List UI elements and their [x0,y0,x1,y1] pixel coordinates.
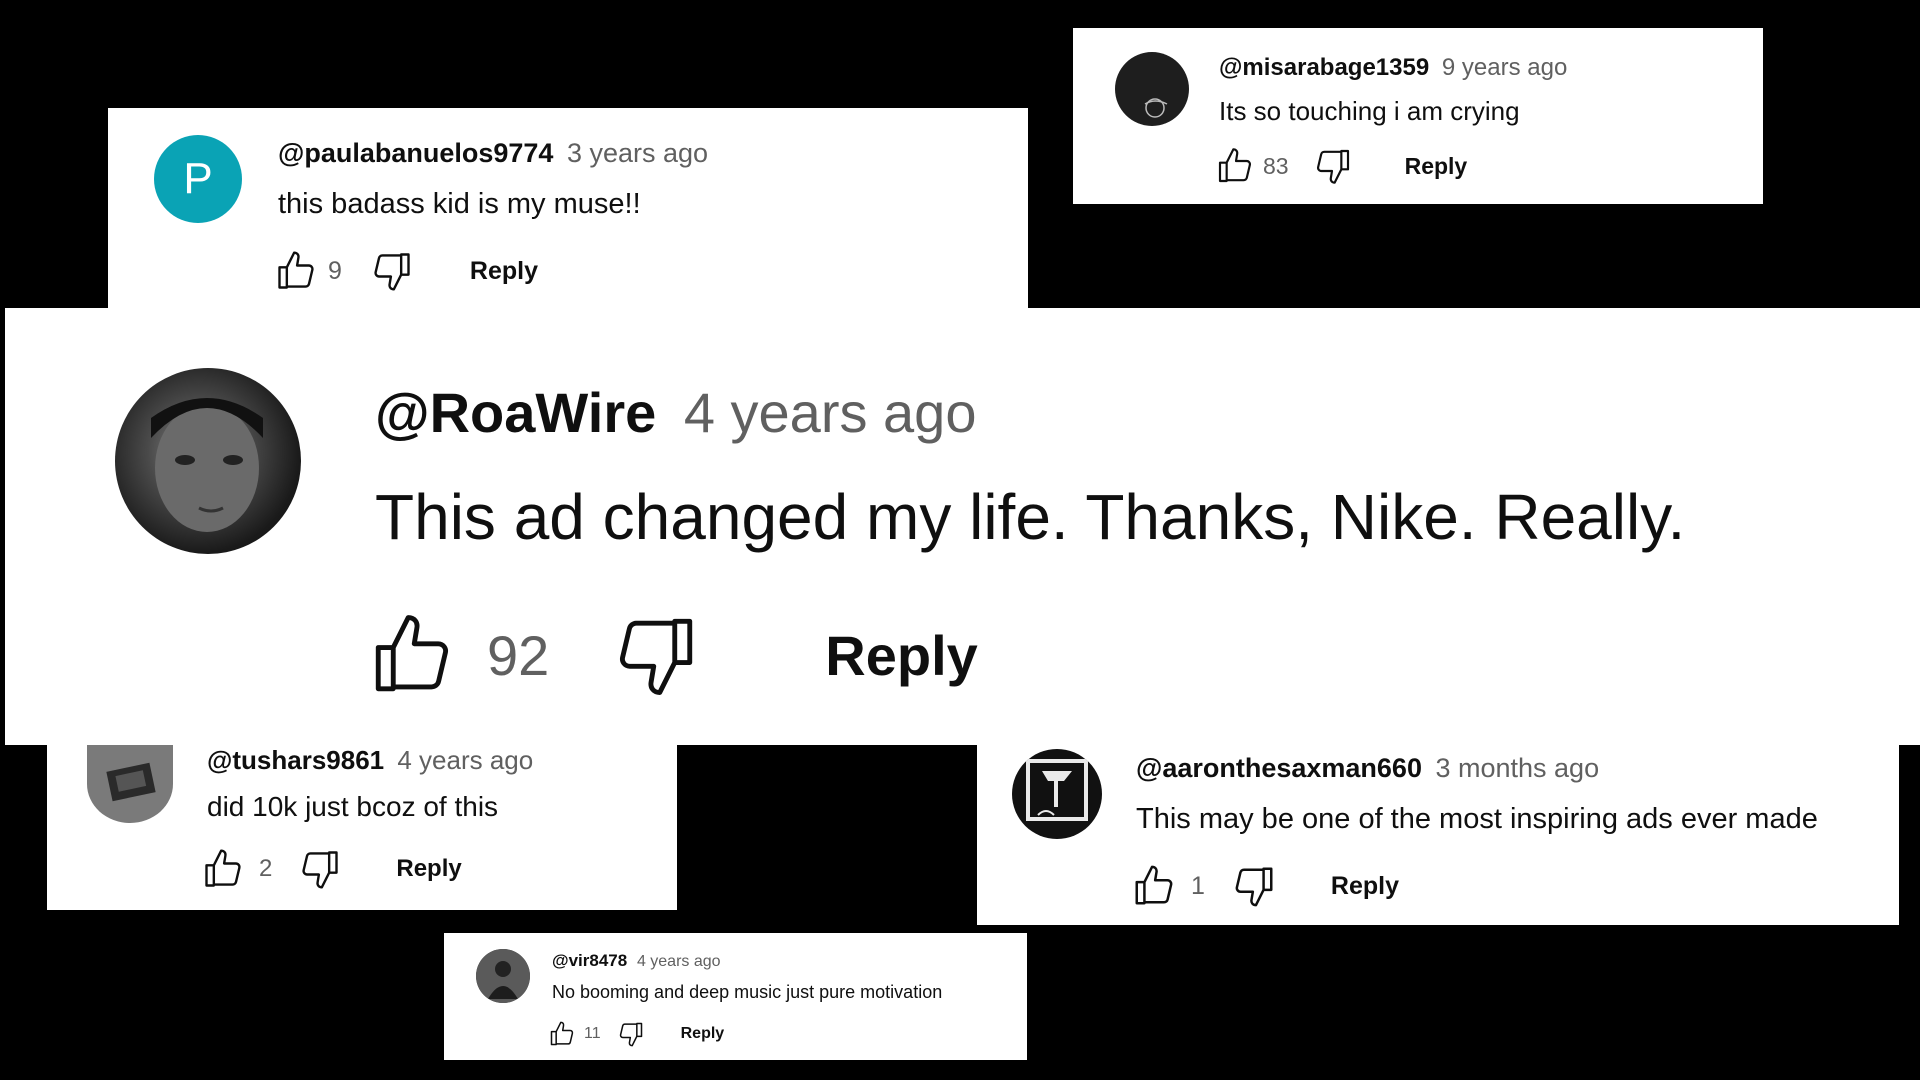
comment-actions: 83 Reply [1215,146,1467,186]
comment-card-roawire: @RoaWire 4 years ago This ad changed my … [5,308,1920,745]
avatar[interactable] [87,745,173,823]
author-handle[interactable]: @tushars9861 [207,745,384,775]
thumbs-down-icon[interactable] [298,847,342,891]
comment-card-misarabage: @misarabage1359 9 years ago Its so touch… [1073,28,1763,204]
thumbs-down-icon[interactable] [370,249,414,293]
thumbs-up-icon[interactable] [1131,863,1177,909]
reply-button[interactable]: Reply [396,855,461,883]
thumbs-down-icon[interactable] [617,1020,645,1048]
timestamp[interactable]: 3 years ago [567,138,708,168]
author-handle[interactable]: @aaronthesaxman660 [1136,753,1422,783]
thumbs-down-icon[interactable] [611,610,701,700]
comment-text: Its so touching i am crying [1219,96,1520,126]
comment-actions: 2 Reply [201,847,462,891]
thumbs-up-icon[interactable] [1215,146,1255,186]
avatar[interactable] [1012,749,1102,839]
comment-header: @aaronthesaxman660 3 months ago [1136,753,1599,784]
author-handle[interactable]: @misarabage1359 [1219,54,1429,81]
like-count: 92 [487,623,550,687]
reply-button[interactable]: Reply [1331,872,1399,901]
comment-header: @vir8478 4 years ago [552,951,721,971]
avatar[interactable] [1115,52,1189,126]
avatar-image [476,949,530,1003]
comment-text: this badass kid is my muse!! [278,188,641,220]
thumbs-up-icon[interactable] [367,610,457,700]
avatar-letter: P [183,154,213,203]
avatar-image [1026,759,1088,821]
thumbs-up-icon[interactable] [201,847,245,891]
reply-button[interactable]: Reply [470,257,538,286]
avatar[interactable]: P [154,135,242,223]
avatar-image [1144,98,1168,118]
timestamp[interactable]: 4 years ago [637,953,721,970]
comment-card-paulabanuelos: P @paulabanuelos9774 3 years ago this ba… [108,108,1028,308]
timestamp[interactable]: 4 years ago [684,381,977,444]
comment-actions: 11 Reply [548,1020,724,1048]
author-handle[interactable]: @RoaWire [375,381,656,444]
timestamp[interactable]: 3 months ago [1435,753,1599,783]
reply-button[interactable]: Reply [681,1025,725,1043]
comment-actions: 1 Reply [1131,863,1399,909]
thumbs-up-icon[interactable] [548,1020,576,1048]
like-count: 9 [328,256,342,285]
comment-header: @tushars9861 4 years ago [207,745,533,776]
comment-text: This may be one of the most inspiring ad… [1136,803,1818,835]
comment-card-aaronthesaxman: @aaronthesaxman660 3 months ago This may… [977,745,1899,925]
like-count: 83 [1263,152,1289,179]
thumbs-down-icon[interactable] [1313,146,1353,186]
like-count: 2 [259,855,273,882]
comment-text: did 10k just bcoz of this [207,791,499,822]
reply-button[interactable]: Reply [1405,153,1468,180]
like-count: 1 [1191,871,1205,900]
comment-actions: 92 Reply [367,610,978,700]
comment-header: @paulabanuelos9774 3 years ago [278,138,708,169]
author-handle[interactable]: @vir8478 [552,951,627,970]
comment-header: @RoaWire 4 years ago [375,380,976,445]
comment-header: @misarabage1359 9 years ago [1219,54,1567,82]
avatar-image [151,398,263,532]
comment-card-vir8478: @vir8478 4 years ago No booming and deep… [444,933,1027,1060]
comment-actions: 9 Reply [274,249,538,293]
comment-text: No booming and deep music just pure moti… [552,982,943,1002]
timestamp[interactable]: 9 years ago [1442,54,1567,81]
author-handle[interactable]: @paulabanuelos9774 [278,138,553,168]
comment-text: This ad changed my life. Thanks, Nike. R… [375,481,1686,553]
avatar[interactable] [476,949,530,1003]
thumbs-up-icon[interactable] [274,249,318,293]
timestamp[interactable]: 4 years ago [397,745,533,775]
like-count: 11 [584,1025,601,1042]
avatar[interactable] [115,368,301,554]
comment-card-tushars: @tushars9861 4 years ago did 10k just bc… [47,745,677,910]
reply-button[interactable]: Reply [825,623,978,688]
avatar-image [106,762,156,802]
thumbs-down-icon[interactable] [1231,863,1277,909]
